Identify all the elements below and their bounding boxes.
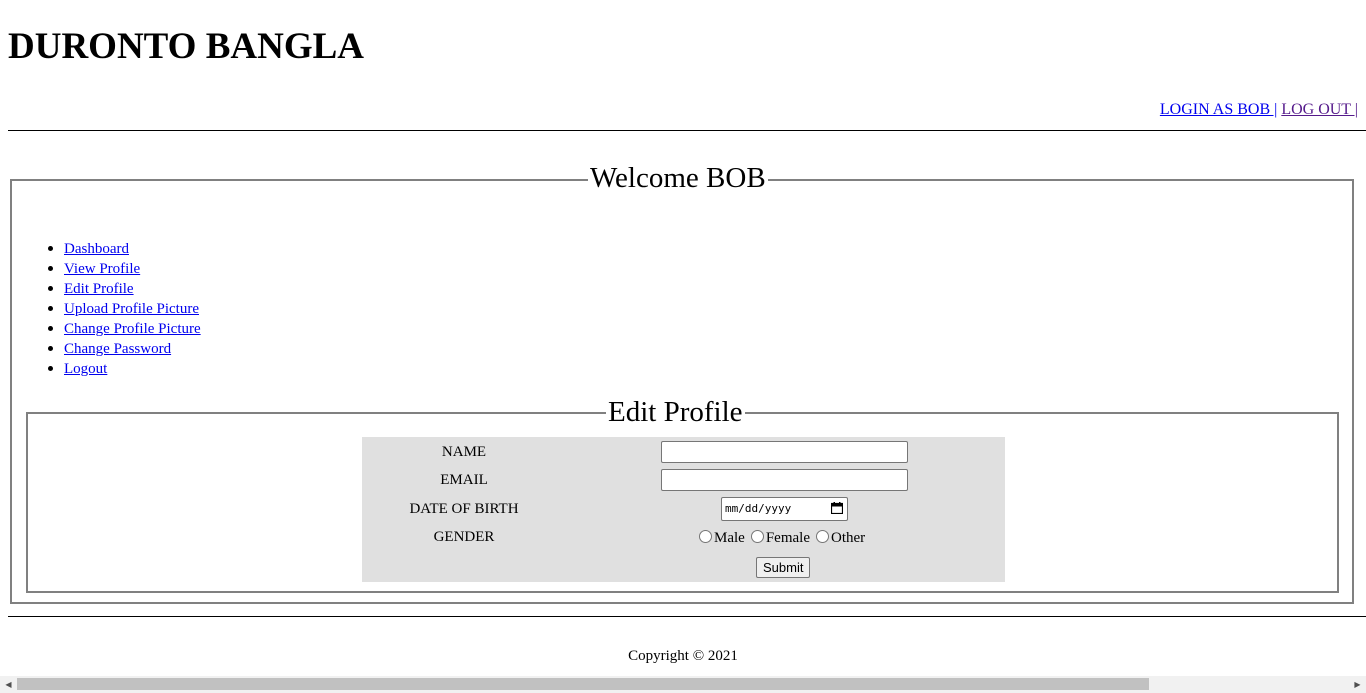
scroll-left-arrow-icon[interactable]: ◀	[0, 676, 17, 693]
header-divider	[8, 130, 1366, 131]
name-input[interactable]	[661, 441, 908, 463]
nav-link-edit-profile[interactable]: Edit Profile	[64, 281, 134, 297]
gender-option-other[interactable]: Other	[815, 529, 866, 547]
nav-item-edit-profile: Edit Profile	[48, 279, 201, 299]
nav-link-logout[interactable]: Logout	[64, 361, 107, 377]
dob-input[interactable]: mm/dd/yyyy	[721, 497, 848, 521]
gender-option-female[interactable]: Female	[750, 529, 810, 547]
login-link[interactable]: LOGIN AS BOB |	[1160, 101, 1277, 118]
gender-other-label: Other	[830, 530, 866, 546]
nav-item-dashboard: Dashboard	[48, 239, 201, 259]
dob-placeholder: mm/dd/yyyy	[725, 502, 792, 515]
gender-radio-group: Male Female Other	[699, 529, 871, 547]
nav-link-change-picture[interactable]: Change Profile Picture	[64, 321, 201, 337]
welcome-legend: Welcome BOB	[588, 162, 768, 194]
nav-item-change-picture: Change Profile Picture	[48, 319, 201, 339]
radio-male[interactable]	[699, 530, 712, 543]
nav-link-upload-picture[interactable]: Upload Profile Picture	[64, 301, 199, 317]
scrollbar-thumb[interactable]	[17, 678, 1149, 690]
email-input[interactable]	[661, 469, 908, 491]
copyright-text: Copyright © 2021	[628, 648, 738, 664]
site-title: DURONTO BANGLA	[8, 26, 364, 67]
scroll-right-arrow-icon[interactable]: ▶	[1349, 676, 1366, 693]
dob-label: DATE OF BIRTH	[409, 501, 519, 517]
calendar-icon[interactable]	[831, 502, 843, 514]
radio-other[interactable]	[815, 530, 829, 543]
nav-link-dashboard[interactable]: Dashboard	[64, 241, 129, 257]
email-label: EMAIL	[440, 472, 488, 488]
logout-link[interactable]: LOG OUT |	[1281, 101, 1358, 118]
page: DURONTO BANGLA LOGIN AS BOB | LOG OUT | …	[0, 0, 1366, 693]
nav-menu: Dashboard View Profile Edit Profile Uplo…	[48, 239, 201, 379]
gender-option-male[interactable]: Male	[699, 529, 745, 547]
name-label: NAME	[441, 444, 487, 460]
radio-female[interactable]	[750, 530, 764, 543]
nav-item-logout: Logout	[48, 359, 201, 379]
header-links: LOGIN AS BOB | LOG OUT |	[1160, 100, 1358, 120]
nav-link-change-password[interactable]: Change Password	[64, 341, 171, 357]
nav-item-upload-picture: Upload Profile Picture	[48, 299, 201, 319]
gender-female-label: Female	[765, 530, 810, 546]
submit-button[interactable]: Submit	[756, 557, 811, 578]
footer-divider	[8, 616, 1366, 617]
nav-link-view-profile[interactable]: View Profile	[64, 261, 140, 277]
gender-male-label: Male	[714, 530, 745, 546]
nav-item-change-password: Change Password	[48, 339, 201, 359]
horizontal-scrollbar[interactable]: ◀ ▶	[0, 676, 1366, 693]
gender-label: GENDER	[433, 529, 495, 545]
nav-item-view-profile: View Profile	[48, 259, 201, 279]
edit-profile-legend: Edit Profile	[606, 396, 745, 428]
